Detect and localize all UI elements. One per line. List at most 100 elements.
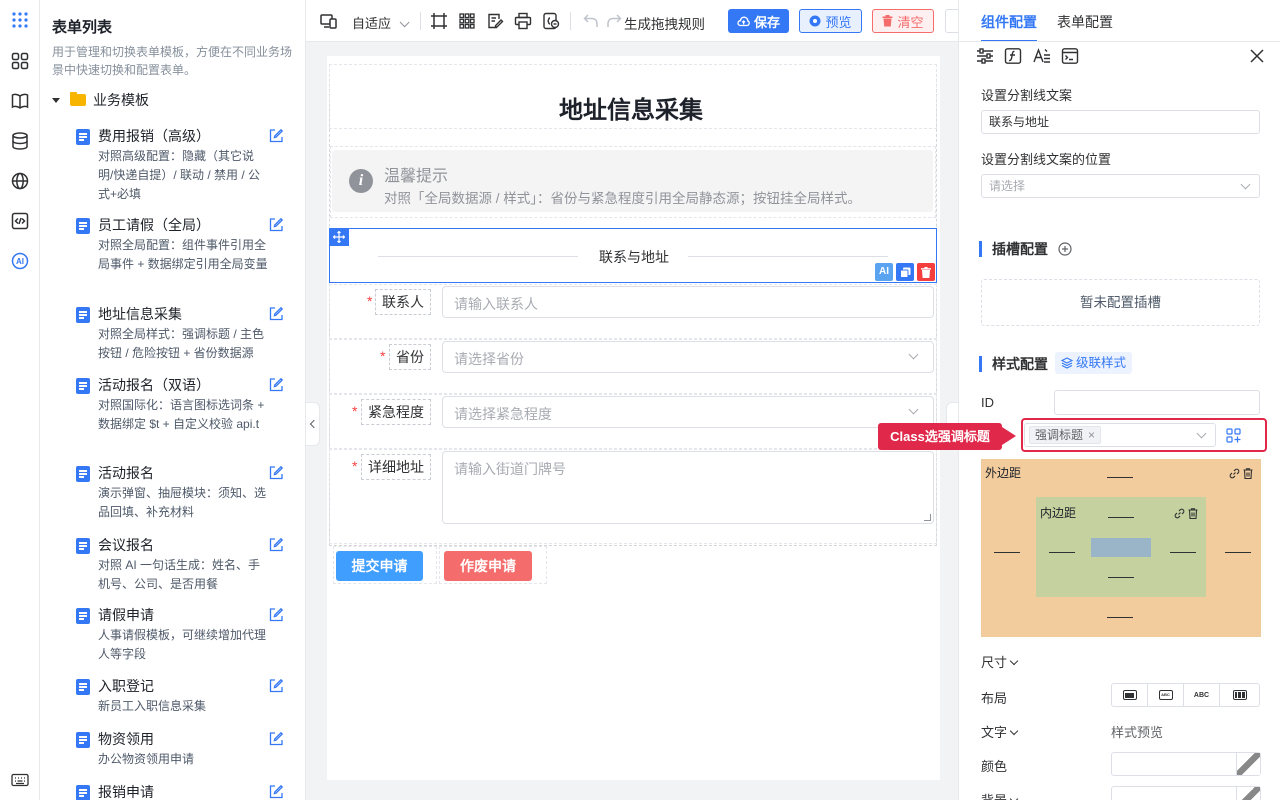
list-item-title: 地址信息采集	[98, 306, 182, 322]
clear-button[interactable]: 清空	[872, 9, 934, 33]
color-picker-icon[interactable]	[1236, 787, 1260, 800]
close-icon[interactable]	[1250, 49, 1264, 63]
device-icon[interactable]	[320, 12, 338, 30]
list-item-desc: 新员工入职信息采集	[98, 699, 207, 713]
urgency-placeholder: 请选择紧急程度	[454, 406, 552, 422]
generate-drag-rule-button[interactable]: 生成拖拽规则	[624, 13, 705, 33]
layout-block-button[interactable]	[1111, 683, 1148, 707]
callout-arrow	[1002, 427, 1016, 445]
link-icon[interactable]	[1229, 468, 1240, 479]
layers-icon	[1061, 357, 1073, 369]
edit-icon[interactable]	[268, 217, 284, 233]
color-input[interactable]	[1111, 752, 1261, 776]
script-icon[interactable]	[1061, 48, 1079, 64]
trash-icon[interactable]	[1188, 508, 1198, 519]
edit-icon[interactable]	[268, 128, 284, 144]
box-model-margin[interactable]: 外边距 内边距	[981, 459, 1261, 637]
edit-icon[interactable]	[268, 607, 284, 623]
document-icon	[76, 732, 90, 748]
plus-circle-icon[interactable]	[1058, 242, 1072, 256]
padding-left-value[interactable]	[1049, 552, 1075, 553]
undo-icon[interactable]	[582, 12, 600, 30]
folder-icon	[70, 92, 86, 106]
adapt-label: 自适应	[352, 16, 392, 31]
keyboard-icon[interactable]	[10, 770, 30, 790]
adapt-select[interactable]: 自适应	[352, 13, 410, 32]
margin-bottom-value[interactable]	[1107, 617, 1133, 618]
class-apps-icon[interactable]	[1226, 428, 1241, 443]
copy-icon[interactable]	[896, 263, 914, 281]
grid-dots-icon[interactable]	[10, 10, 30, 30]
divider-selected[interactable]: 联系与地址 AI	[329, 228, 937, 283]
class-select[interactable]: 强调标题 ×	[1024, 423, 1216, 447]
sliders-icon[interactable]	[976, 48, 994, 64]
redo-icon[interactable]	[605, 12, 623, 30]
caret-down-icon[interactable]	[52, 97, 60, 103]
layout-inline-block-button[interactable]: ABC	[1147, 683, 1184, 707]
void-button[interactable]: 作废申请	[444, 551, 532, 581]
padding-top-value[interactable]	[1108, 517, 1134, 518]
json-icon[interactable]	[542, 12, 560, 30]
layout-inline-button[interactable]: ABC	[1183, 683, 1220, 707]
cascade-style-button[interactable]: 级联样式	[1055, 352, 1133, 374]
edit-icon[interactable]	[268, 306, 284, 322]
edit-icon[interactable]	[268, 731, 284, 747]
tab-component-config[interactable]: 组件配置	[981, 12, 1037, 32]
ai-icon[interactable]: AI	[10, 251, 30, 271]
layout-flex-button[interactable]	[1219, 683, 1260, 707]
edit-icon[interactable]	[268, 678, 284, 694]
margin-top-value[interactable]	[1107, 477, 1133, 478]
edit-icon[interactable]	[268, 537, 284, 553]
padding-right-value[interactable]	[1170, 552, 1196, 553]
preview-button[interactable]: 预览	[799, 9, 862, 33]
tag-close-icon[interactable]: ×	[1088, 428, 1095, 442]
collapse-left-handle[interactable]	[306, 402, 320, 446]
trash-icon[interactable]	[1243, 468, 1253, 479]
urgency-select[interactable]: 请选择紧急程度	[442, 396, 934, 428]
folder-business-templates[interactable]: 业务模板	[52, 90, 149, 110]
code-icon[interactable]	[10, 211, 30, 231]
toolbar-divider	[570, 12, 571, 30]
ai-action-button[interactable]: AI	[875, 263, 893, 281]
box-model-padding[interactable]: 内边距	[1036, 497, 1206, 597]
chevron-down-icon	[1196, 428, 1207, 439]
delete-icon[interactable]	[917, 263, 935, 281]
edit-icon[interactable]	[268, 377, 284, 393]
province-select[interactable]: 请选择省份	[442, 341, 934, 373]
document-icon	[76, 679, 90, 695]
grid-icon[interactable]	[458, 12, 476, 30]
function-icon[interactable]	[1004, 48, 1022, 64]
margin-left-value[interactable]	[994, 552, 1020, 553]
frame-icon[interactable]	[430, 12, 448, 30]
divider-position-select[interactable]: 请选择	[981, 174, 1260, 198]
padding-bottom-value[interactable]	[1108, 577, 1134, 578]
submit-button[interactable]: 提交申请	[336, 551, 423, 581]
edit-icon[interactable]	[268, 465, 284, 481]
size-section-toggle[interactable]: 尺寸	[981, 652, 1019, 671]
block-icon	[1122, 690, 1137, 700]
background-section-toggle[interactable]: 背景	[981, 790, 1019, 800]
edit-icon[interactable]	[268, 784, 284, 800]
components-icon[interactable]	[10, 51, 30, 71]
overflow-button[interactable]	[945, 9, 958, 33]
color-picker-icon[interactable]	[1236, 753, 1260, 775]
edit-doc-icon[interactable]	[486, 12, 504, 30]
text-style-icon[interactable]	[1033, 48, 1051, 64]
save-button[interactable]: 保存	[728, 9, 789, 33]
background-input[interactable]	[1111, 786, 1261, 800]
id-input[interactable]	[1054, 390, 1260, 415]
globe-icon[interactable]	[10, 171, 30, 191]
text-section-toggle[interactable]: 文字	[981, 722, 1019, 741]
print-icon[interactable]	[514, 12, 532, 30]
contact-input[interactable]: 请输入联系人	[442, 286, 934, 318]
resize-grip-icon[interactable]	[924, 514, 931, 521]
link-icon[interactable]	[1174, 508, 1185, 519]
tab-form-config[interactable]: 表单配置	[1057, 12, 1113, 32]
divider-text-input[interactable]: 联系与地址	[981, 110, 1260, 134]
tip-title: 温馨提示	[384, 168, 449, 185]
book-icon[interactable]	[10, 91, 30, 111]
database-icon[interactable]	[10, 131, 30, 151]
address-textarea[interactable]: 请输入街道门牌号	[442, 451, 934, 524]
drag-handle-icon[interactable]	[329, 228, 349, 246]
margin-right-value[interactable]	[1225, 552, 1251, 553]
